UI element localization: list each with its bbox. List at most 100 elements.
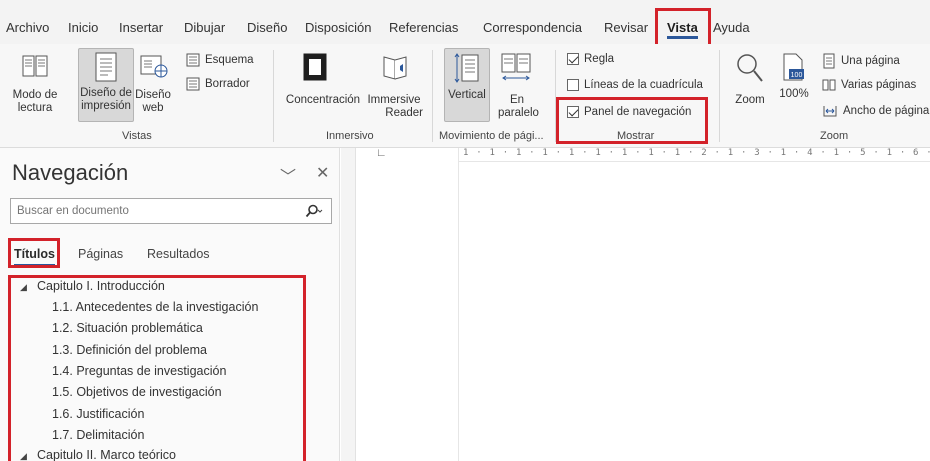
horizontal-ruler: 1 · 1 · 1 · 1 · 1 · 1 · 1 · 1 · 1 · 2 · … bbox=[459, 148, 930, 162]
vistas-group-label: Vistas bbox=[122, 130, 152, 142]
una-pagina-button[interactable]: Una página bbox=[822, 53, 900, 69]
tab-titulos[interactable]: Títulos bbox=[14, 247, 55, 266]
zoom-group-label: Zoom bbox=[820, 130, 849, 142]
ribbon: Modo de lectura Diseño de impresión Dise… bbox=[0, 44, 930, 148]
una-pagina-label: Una página bbox=[841, 55, 900, 67]
separator bbox=[719, 50, 720, 142]
panel-navegacion-checkbox[interactable]: Panel de navegación bbox=[567, 106, 691, 118]
multiple-pages-icon bbox=[822, 79, 836, 91]
page-margin-area: ∟ bbox=[356, 147, 459, 461]
modo-lectura-label-1: Modo de bbox=[12, 89, 58, 101]
en-paralelo-label-2: paralelo bbox=[498, 107, 539, 119]
menu-archivo[interactable]: Archivo bbox=[6, 20, 49, 35]
varias-paginas-label: Varias páginas bbox=[841, 79, 917, 91]
menu-ayuda[interactable]: Ayuda bbox=[713, 20, 750, 35]
concentracion-button[interactable]: Concentración bbox=[283, 94, 363, 107]
en-paralelo-button[interactable]: En paralelo bbox=[498, 94, 539, 120]
web-layout-icon bbox=[139, 52, 169, 85]
heading-level-1[interactable]: Capitulo II. Marco teórico bbox=[37, 448, 176, 461]
zoom-100-button[interactable]: 100% bbox=[774, 88, 814, 101]
diseno-web-button[interactable]: Diseño web bbox=[133, 89, 173, 115]
vertical-ruler bbox=[341, 148, 356, 461]
diseno-impresion-label-2: impresión bbox=[81, 100, 131, 112]
regla-label: Regla bbox=[584, 53, 615, 65]
borrador-label: Borrador bbox=[205, 78, 250, 90]
tab-stop-selector-icon[interactable]: ∟ bbox=[376, 147, 387, 159]
menu-revisar[interactable]: Revisar bbox=[604, 20, 648, 35]
side-by-side-icon bbox=[500, 52, 532, 87]
menu-dibujar[interactable]: Dibujar bbox=[184, 20, 225, 35]
immersive-reader-button[interactable]: Immersive Reader bbox=[365, 94, 423, 120]
collapse-triangle-icon[interactable]: ◢ bbox=[20, 282, 27, 293]
page-width-icon bbox=[823, 106, 837, 117]
document-area: ∟ 1 · 1 · 1 · 1 · 1 · 1 · 1 · 1 · 1 · 2 … bbox=[341, 147, 930, 461]
collapse-triangle-icon[interactable]: ◢ bbox=[20, 451, 27, 461]
menu-referencias[interactable]: Referencias bbox=[389, 20, 458, 35]
tab-resultados[interactable]: Resultados bbox=[147, 247, 210, 261]
menu-correspondencia[interactable]: Correspondencia bbox=[483, 20, 582, 35]
heading-level-2[interactable]: 1.4. Preguntas de investigación bbox=[52, 364, 226, 378]
navigation-pane: Navegación ﹀ ✕ Títulos Páginas Resultado… bbox=[0, 148, 340, 461]
esquema-label: Esquema bbox=[205, 54, 254, 66]
lineas-check-icon bbox=[567, 79, 579, 91]
heading-level-2[interactable]: 1.1. Antecedentes de la investigación bbox=[52, 300, 258, 314]
search-input[interactable] bbox=[17, 200, 297, 222]
panel-label: Panel de navegación bbox=[584, 106, 692, 118]
menu-bar: Archivo Inicio Insertar Dibujar Diseño D… bbox=[0, 0, 930, 44]
draft-icon bbox=[186, 77, 200, 91]
zoom-100-icon-text: 100 bbox=[791, 72, 803, 79]
search-icon[interactable] bbox=[305, 204, 323, 223]
immersive-reader-label-1: Immersive bbox=[367, 94, 421, 106]
ancho-pagina-button[interactable]: Ancho de página bbox=[822, 104, 929, 118]
zoom-label: Zoom bbox=[735, 94, 765, 106]
focus-icon bbox=[302, 52, 328, 87]
menu-insertar[interactable]: Insertar bbox=[119, 20, 163, 35]
print-layout-icon bbox=[95, 52, 117, 82]
tab-paginas[interactable]: Páginas bbox=[78, 247, 123, 261]
heading-level-1[interactable]: Capitulo I. Introducción bbox=[37, 279, 165, 293]
immersive-reader-icon bbox=[381, 52, 411, 87]
modo-lectura-button[interactable]: Modo de lectura bbox=[5, 89, 65, 115]
varias-paginas-button[interactable]: Varias páginas bbox=[822, 78, 916, 92]
diseno-web-label-2: web bbox=[142, 102, 164, 114]
diseno-impresion-label-1: Diseño de bbox=[80, 87, 132, 99]
esquema-button[interactable]: Esquema bbox=[186, 53, 254, 67]
separator bbox=[432, 50, 433, 142]
vertical-label: Vertical bbox=[448, 89, 486, 101]
lineas-cuadricula-checkbox[interactable]: Líneas de la cuadrícula bbox=[567, 79, 703, 91]
menu-inicio[interactable]: Inicio bbox=[68, 20, 98, 35]
reading-mode-icon bbox=[21, 52, 49, 85]
heading-level-2[interactable]: 1.2. Situación problemática bbox=[52, 321, 203, 335]
menu-vista[interactable]: Vista bbox=[667, 20, 698, 39]
inmersivo-group-label: Inmersivo bbox=[326, 130, 374, 142]
chevron-down-icon[interactable]: ﹀ bbox=[280, 163, 296, 187]
lineas-label: Líneas de la cuadrícula bbox=[584, 79, 703, 91]
heading-level-2[interactable]: 1.5. Objetivos de investigación bbox=[52, 385, 222, 399]
zoom-button[interactable]: Zoom bbox=[730, 94, 770, 107]
document-page[interactable] bbox=[460, 163, 930, 461]
one-page-icon bbox=[823, 53, 835, 69]
borrador-button[interactable]: Borrador bbox=[186, 77, 250, 91]
navigation-title: Navegación bbox=[12, 160, 129, 185]
ancho-pagina-label: Ancho de página bbox=[843, 105, 930, 117]
vertical-button[interactable]: Vertical bbox=[444, 48, 490, 122]
close-icon[interactable]: ✕ bbox=[316, 163, 329, 183]
diseno-web-label-1: Diseño bbox=[135, 89, 171, 101]
heading-level-2[interactable]: 1.6. Justificación bbox=[52, 407, 144, 421]
diseno-impresion-button[interactable]: Diseño de impresión bbox=[78, 48, 134, 122]
separator bbox=[273, 50, 274, 142]
concentracion-label: Concentración bbox=[285, 94, 361, 106]
menu-disposicion[interactable]: Disposición bbox=[305, 20, 371, 35]
ruler-marks: 1 · 1 · 1 · 1 · 1 · 1 · 1 · 1 · 1 · 2 · … bbox=[463, 148, 930, 158]
search-box[interactable] bbox=[10, 198, 332, 224]
menu-diseno[interactable]: Diseño bbox=[247, 20, 287, 35]
regla-checkbox[interactable]: Regla bbox=[567, 53, 614, 65]
magnifier-icon bbox=[735, 52, 765, 89]
en-paralelo-label-1: En bbox=[509, 94, 525, 106]
heading-level-2[interactable]: 1.7. Delimitación bbox=[52, 428, 144, 442]
regla-check-icon bbox=[567, 53, 579, 65]
heading-level-2[interactable]: 1.3. Definición del problema bbox=[52, 343, 207, 357]
movimiento-group-label: Movimiento de pági... bbox=[439, 130, 544, 142]
vertical-scroll-icon bbox=[454, 53, 479, 83]
separator bbox=[555, 50, 556, 142]
